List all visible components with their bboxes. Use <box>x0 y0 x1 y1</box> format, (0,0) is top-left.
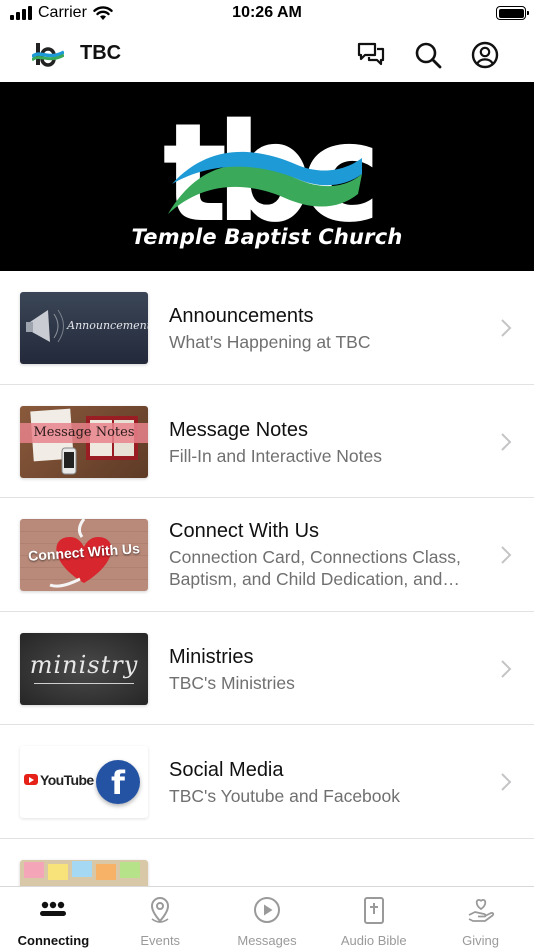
nav-bar: TBC <box>0 28 534 82</box>
bible-icon <box>363 897 384 924</box>
giving-hand-icon <box>468 899 494 922</box>
ministries-thumbnail: ministry <box>20 632 148 705</box>
social-media-thumbnail: YouTube f <box>20 746 148 818</box>
connect-thumbnail: Connect With Us <box>20 519 148 591</box>
message-notes-thumb-text: Message Notes <box>33 424 135 440</box>
tab-label-giving: Giving <box>462 933 500 948</box>
youtube-play-icon <box>24 774 38 785</box>
tab-bar: Connecting Events Messages Audio Bible G… <box>0 886 534 950</box>
message-notes-thumbnail: Message Notes <box>20 405 148 478</box>
ministries-title: Ministries <box>169 645 254 668</box>
tab-audio-bible[interactable]: Audio Bible <box>320 887 427 950</box>
message-notes-subtitle: Fill-In and Interactive Notes <box>169 445 383 466</box>
chevron-right-icon <box>501 319 512 337</box>
app-logo-icon <box>32 43 64 67</box>
message-notes-title: Message Notes <box>169 418 308 441</box>
announcements-thumb-text: Announcements <box>67 319 148 332</box>
banner-caption: Temple Baptist Church <box>131 225 403 249</box>
ministries-thumb-text: ministry <box>29 650 139 679</box>
status-time: 10:26 AM <box>232 4 302 21</box>
facebook-icon: f <box>96 760 140 804</box>
tab-label-messages: Messages <box>237 933 297 948</box>
battery-icon <box>496 6 529 20</box>
tab-label-events: Events <box>140 933 181 948</box>
tab-label-audio-bible: Audio Bible <box>340 933 407 948</box>
facebook-f-letter: f <box>111 764 125 802</box>
chevron-right-icon <box>501 659 512 678</box>
announcements-subtitle: What's Happening at TBC <box>169 332 371 352</box>
chevron-right-icon <box>501 773 512 791</box>
list-item-social-media[interactable]: YouTube f Social Media TBC's Youtube and… <box>0 725 534 839</box>
connect-subtitle: Connection Card, Connections Class, Bapt… <box>169 547 461 589</box>
people-icon <box>40 901 67 916</box>
location-pin-icon <box>151 897 170 923</box>
content-list: Announcements Announcements What's Happe… <box>0 271 534 950</box>
social-media-subtitle: TBC's Youtube and Facebook <box>169 786 401 806</box>
status-bar: Carrier 10:26 AM <box>0 0 534 28</box>
play-circle-icon <box>253 897 280 923</box>
connect-title: Connect With Us <box>169 520 320 542</box>
ministries-subtitle: TBC's Ministries <box>169 672 295 693</box>
list-item-message-notes[interactable]: Message Notes Message Notes Fill-In and … <box>0 385 534 498</box>
search-icon[interactable] <box>413 40 443 70</box>
youtube-logo-text: YouTube <box>40 772 94 788</box>
tab-giving[interactable]: Giving <box>427 887 534 950</box>
social-media-title: Social Media <box>169 759 284 781</box>
nav-title: TBC <box>80 42 122 64</box>
list-item-ministries[interactable]: ministry Ministries TBC's Ministries <box>0 612 534 725</box>
account-icon[interactable] <box>470 40 500 70</box>
announcements-thumbnail: Announcements <box>20 292 148 364</box>
chevron-right-icon <box>501 432 512 451</box>
list-item-announcements[interactable]: Announcements Announcements What's Happe… <box>0 271 534 385</box>
tab-events[interactable]: Events <box>107 887 214 950</box>
chat-icon[interactable] <box>356 40 386 70</box>
tab-connecting[interactable]: Connecting <box>0 887 107 950</box>
chalk-underline <box>34 682 134 684</box>
tab-messages[interactable]: Messages <box>214 887 321 950</box>
list-item-connect-with-us[interactable]: Connect With Us Connect With Us Connecti… <box>0 498 534 612</box>
announcements-title: Announcements <box>169 305 314 327</box>
church-banner: tbc Temple Baptist Church <box>0 82 534 271</box>
tab-label-connecting: Connecting <box>17 933 90 948</box>
chevron-right-icon <box>501 546 512 564</box>
